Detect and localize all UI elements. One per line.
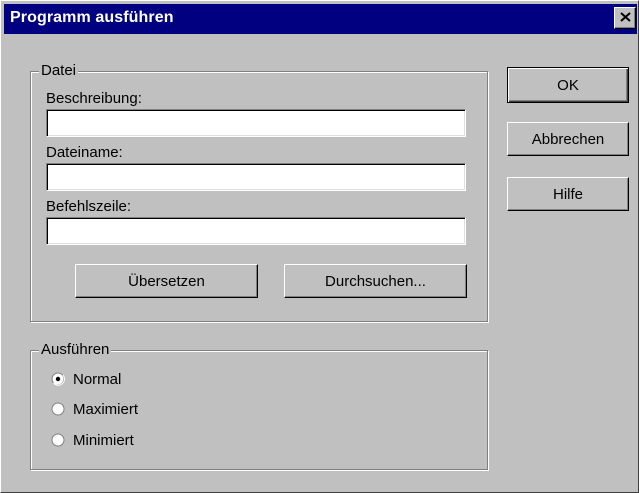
dateiname-label: Dateiname: bbox=[46, 144, 123, 161]
ok-button[interactable]: OK bbox=[507, 67, 629, 103]
radio-minimiert[interactable]: Minimiert bbox=[51, 432, 251, 452]
beschreibung-label: Beschreibung: bbox=[46, 90, 142, 107]
radio-normal-label: Normal bbox=[73, 371, 122, 388]
uebersetzen-button[interactable]: Übersetzen bbox=[75, 264, 258, 298]
close-icon bbox=[620, 12, 631, 22]
radio-normal[interactable]: Normal bbox=[51, 371, 251, 391]
run-program-dialog: Programm ausführen Datei Beschreibung: D… bbox=[0, 0, 639, 493]
title-bar[interactable]: Programm ausführen bbox=[4, 4, 637, 34]
close-button[interactable] bbox=[614, 7, 636, 29]
befehlszeile-field[interactable] bbox=[46, 217, 466, 245]
datei-group-label: Datei bbox=[39, 62, 79, 80]
befehlszeile-label: Befehlszeile: bbox=[46, 198, 132, 215]
radio-selected-icon bbox=[51, 372, 65, 386]
beschreibung-field[interactable] bbox=[46, 109, 466, 137]
radio-maximiert[interactable]: Maximiert bbox=[51, 401, 251, 421]
radio-minimiert-label: Minimiert bbox=[73, 432, 134, 449]
abbrechen-button[interactable]: Abbrechen bbox=[507, 122, 629, 156]
dialog-title: Programm ausführen bbox=[10, 9, 174, 26]
hilfe-button[interactable]: Hilfe bbox=[507, 177, 629, 211]
radio-unselected-icon bbox=[51, 433, 65, 447]
ausfuehren-group-label: Ausführen bbox=[39, 341, 112, 359]
radio-unselected-icon bbox=[51, 402, 65, 416]
radio-maximiert-label: Maximiert bbox=[73, 401, 139, 418]
dateiname-field[interactable] bbox=[46, 163, 466, 191]
durchsuchen-button[interactable]: Durchsuchen... bbox=[284, 264, 467, 298]
